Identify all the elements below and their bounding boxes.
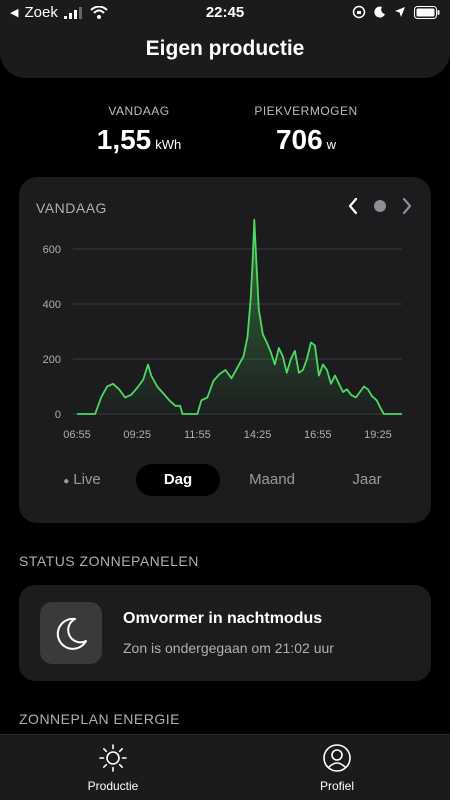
moon-status-icon — [374, 6, 385, 18]
y-tick-label: 0 — [55, 409, 61, 421]
page-title: Eigen productie — [145, 37, 305, 60]
status-bar: ◀ Zoek 22:45 — [0, 0, 450, 26]
tab-month[interactable]: Maand — [234, 464, 310, 496]
x-tick-label: 09:25 — [123, 429, 151, 441]
tab-month-label: Maand — [249, 471, 295, 488]
x-tick-label: 14:25 — [244, 429, 272, 441]
tab-year[interactable]: Jaar — [331, 464, 403, 496]
tab-day-label: Dag — [163, 471, 193, 488]
tab-day[interactable]: Dag — [136, 464, 220, 496]
sun-icon — [99, 744, 127, 772]
inverter-status-card[interactable]: Omvormer in nachtmodus Zon is ondergegaa… — [19, 585, 431, 681]
stat-today-label: VANDAAG — [108, 104, 170, 118]
y-tick-label: 400 — [43, 299, 61, 311]
stat-today-unit: kWh — [155, 137, 182, 152]
nav-productie-label: Productie — [87, 779, 139, 793]
y-tick-label: 200 — [43, 354, 61, 366]
nav-profiel[interactable]: Profiel — [272, 743, 402, 793]
y-tick-label: 600 — [43, 244, 61, 256]
status-subtitle: Zon is ondergegaan om 21:02 uur — [123, 640, 334, 656]
status-title: Omvormer in nachtmodus — [123, 610, 323, 627]
production-chart-card: VANDAAG 0 200 400 600 06:55 09:25 11:55 14:25 1… — [19, 177, 431, 523]
rotation-lock-icon — [352, 5, 366, 19]
moon-icon-box — [40, 602, 102, 664]
stat-today: VANDAAG 1,55 kWh — [64, 104, 214, 156]
stat-peak-value: 706 — [275, 124, 323, 155]
battery-icon — [414, 5, 440, 19]
tab-year-label: Jaar — [352, 471, 382, 488]
stat-peak-power: PIEKVERMOGEN 706 w — [231, 104, 381, 156]
nav-productie[interactable]: Productie — [48, 743, 178, 793]
tab-live[interactable]: ● Live — [47, 464, 117, 496]
bottom-navigation: Productie Profiel — [0, 734, 450, 800]
header: ◀ Zoek 22:45 Eigen productie — [0, 0, 450, 78]
live-dot-icon: ● — [63, 476, 70, 487]
location-icon — [395, 7, 405, 17]
energy-section-title: ZONNEPLAN ENERGIE — [19, 711, 180, 727]
x-tick-label: 06:55 — [63, 429, 91, 441]
x-tick-label: 19:25 — [364, 429, 392, 441]
production-chart: 0 200 400 600 06:55 09:25 11:55 14:25 16:55 19:2… — [43, 218, 402, 441]
period-tabs: ● Live Dag Maand Jaar — [19, 464, 431, 498]
stat-peak-label: PIEKVERMOGEN — [254, 104, 358, 118]
stat-peak-unit: w — [326, 137, 337, 152]
stat-today-value: 1,55 — [96, 124, 152, 155]
moon-icon — [56, 617, 87, 650]
tab-live-label: Live — [73, 471, 101, 488]
profile-icon — [323, 744, 351, 772]
nav-profiel-label: Profiel — [319, 779, 354, 793]
status-section-title: STATUS ZONNEPANELEN — [19, 553, 199, 569]
x-tick-label: 11:55 — [184, 429, 211, 441]
x-tick-label: 16:55 — [304, 429, 332, 441]
